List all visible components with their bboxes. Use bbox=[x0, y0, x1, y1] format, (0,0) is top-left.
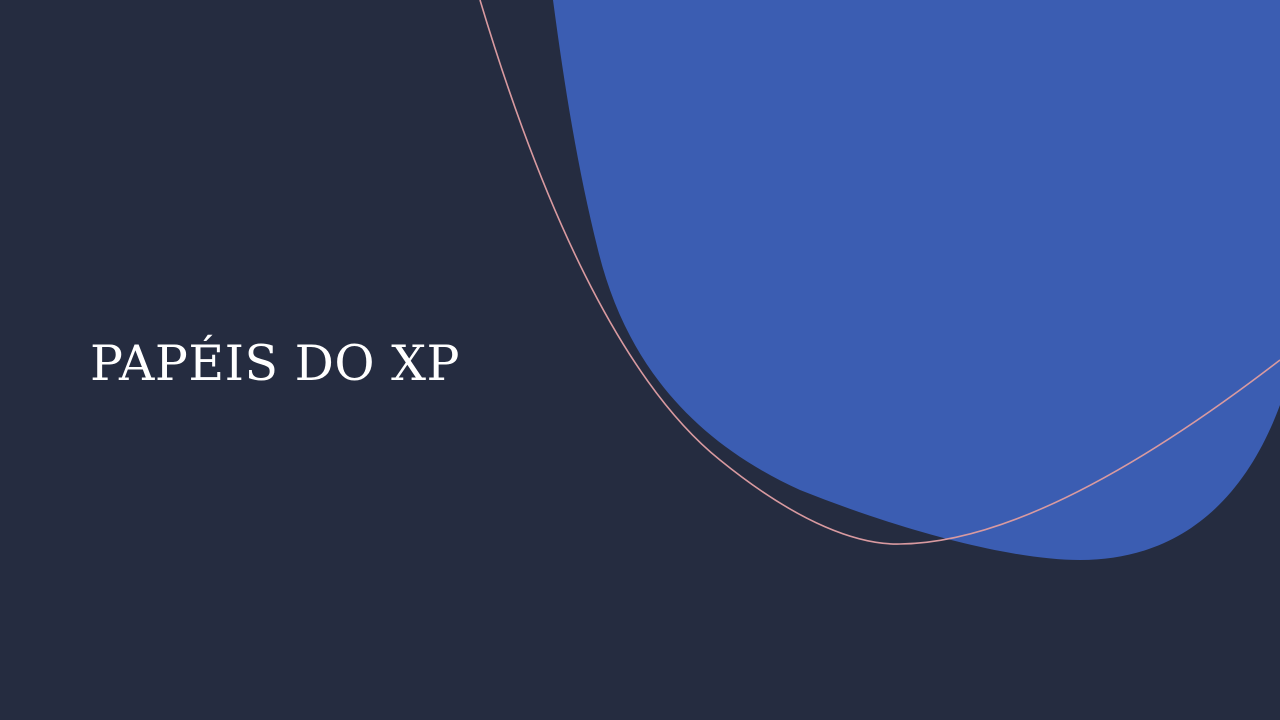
title-slide: PAPÉIS DO XP bbox=[0, 0, 1280, 720]
blue-blob-shape bbox=[553, 0, 1280, 560]
slide-title: PAPÉIS DO XP bbox=[90, 335, 460, 392]
